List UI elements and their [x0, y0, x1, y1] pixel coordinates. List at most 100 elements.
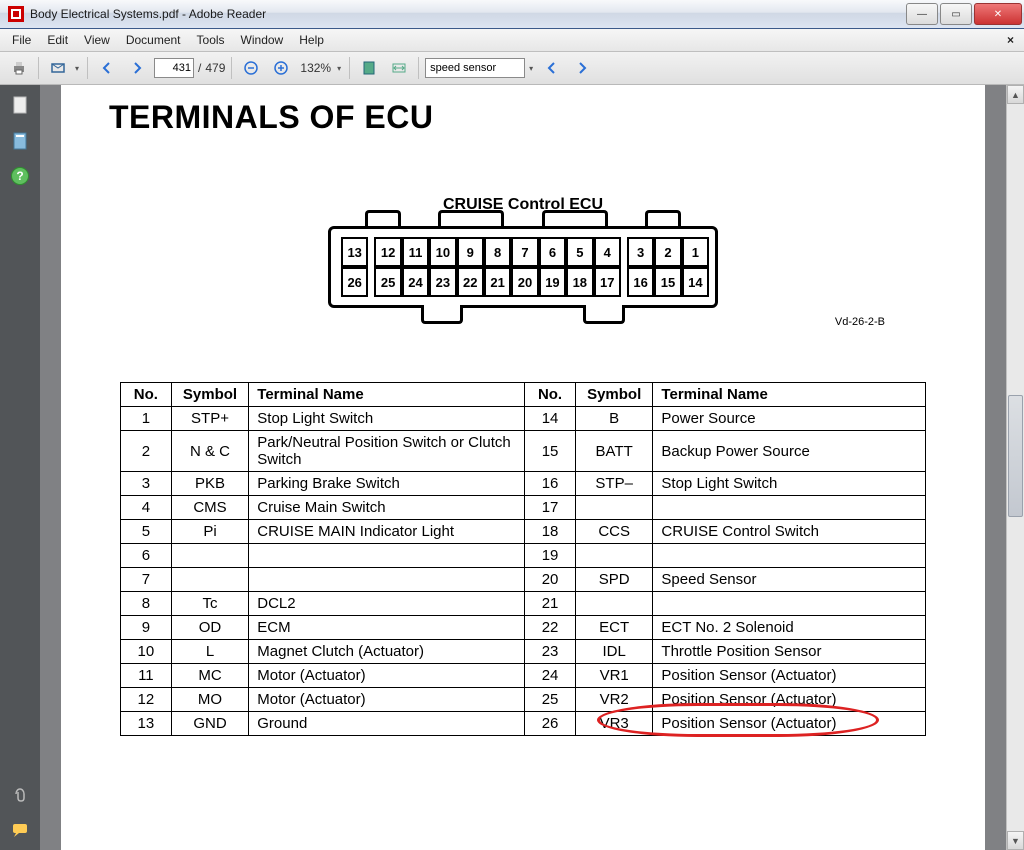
zoom-out-button[interactable] [238, 55, 264, 81]
connector-pin: 22 [457, 267, 484, 297]
table-cell: 3 [121, 472, 172, 496]
table-row: 8TcDCL221 [121, 592, 926, 616]
zoom-dropdown-icon[interactable]: ▾ [337, 64, 343, 73]
window-titlebar: Body Electrical Systems.pdf - Adobe Read… [0, 0, 1024, 29]
minimize-button[interactable]: — [906, 3, 938, 25]
connector-pin: 4 [594, 237, 621, 267]
connector-pin: 16 [627, 267, 654, 297]
connector-pin: 6 [539, 237, 566, 267]
separator [231, 57, 232, 79]
connector-diagram: 13121110987654321 2625242322212019181716… [328, 226, 718, 308]
menu-document[interactable]: Document [118, 31, 189, 49]
table-cell: 14 [525, 407, 576, 431]
table-cell: Position Sensor (Actuator) [653, 664, 926, 688]
table-cell: IDL [575, 640, 653, 664]
table-cell: 11 [121, 664, 172, 688]
table-cell: BATT [575, 431, 653, 472]
menu-window[interactable]: Window [233, 31, 292, 49]
table-cell [653, 544, 926, 568]
table-cell [575, 496, 653, 520]
help-icon[interactable]: ? [11, 167, 29, 185]
table-row: 3PKBParking Brake Switch16STP–Stop Light… [121, 472, 926, 496]
table-cell [575, 592, 653, 616]
print-button[interactable] [6, 55, 32, 81]
scroll-down-button[interactable]: ▼ [1007, 831, 1024, 850]
th-symbol: Symbol [171, 383, 249, 407]
prev-page-button[interactable] [94, 55, 120, 81]
page-number-input[interactable] [154, 58, 194, 78]
connector-pin: 18 [566, 267, 593, 297]
table-cell: 4 [121, 496, 172, 520]
find-next-button[interactable] [569, 55, 595, 81]
document-viewport[interactable]: TERMINALS OF ECU CRUISE Control ECU 1312… [40, 85, 1006, 850]
menu-file[interactable]: File [4, 31, 39, 49]
menu-view[interactable]: View [76, 31, 118, 49]
maximize-button[interactable]: ▭ [940, 3, 972, 25]
email-dropdown-icon[interactable]: ▾ [75, 64, 81, 73]
scroll-thumb[interactable] [1008, 395, 1023, 517]
zoom-in-button[interactable] [268, 55, 294, 81]
table-cell: 17 [525, 496, 576, 520]
table-cell: 18 [525, 520, 576, 544]
table-cell: 21 [525, 592, 576, 616]
table-cell: Pi [171, 520, 249, 544]
connector-pin: 11 [402, 237, 429, 267]
table-row: 619 [121, 544, 926, 568]
table-cell: 22 [525, 616, 576, 640]
ecu-figure: CRUISE Control ECU 13121110987654321 262… [61, 196, 985, 328]
find-input[interactable] [425, 58, 525, 78]
separator [418, 57, 419, 79]
table-cell: Backup Power Source [653, 431, 926, 472]
next-page-button[interactable] [124, 55, 150, 81]
table-cell: Stop Light Switch [249, 407, 525, 431]
connector-pin: 13 [341, 237, 368, 267]
pages-panel-icon[interactable] [10, 95, 30, 115]
menu-close-doc[interactable]: × [1001, 33, 1020, 47]
th-no: No. [121, 383, 172, 407]
connector-pin: 7 [511, 237, 538, 267]
menu-edit[interactable]: Edit [39, 31, 76, 49]
find-dropdown-icon[interactable]: ▾ [529, 64, 535, 73]
table-row: 12MOMotor (Actuator)25VR2Position Sensor… [121, 688, 926, 712]
email-button[interactable] [45, 55, 71, 81]
table-cell: Stop Light Switch [653, 472, 926, 496]
table-cell: 23 [525, 640, 576, 664]
table-cell: GND [171, 712, 249, 736]
table-cell: Tc [171, 592, 249, 616]
table-cell: MC [171, 664, 249, 688]
table-cell: 10 [121, 640, 172, 664]
table-cell: 5 [121, 520, 172, 544]
table-cell: Position Sensor (Actuator) [653, 712, 926, 736]
fit-page-button[interactable] [356, 55, 382, 81]
table-row: 13GNDGround26VR3Position Sensor (Actuato… [121, 712, 926, 736]
table-cell [249, 568, 525, 592]
table-cell: Position Sensor (Actuator) [653, 688, 926, 712]
table-cell: 24 [525, 664, 576, 688]
fit-width-button[interactable] [386, 55, 412, 81]
table-cell: CRUISE Control Switch [653, 520, 926, 544]
vertical-scrollbar[interactable]: ▲ ▼ [1006, 85, 1024, 850]
comments-panel-icon[interactable] [10, 820, 30, 840]
table-cell: OD [171, 616, 249, 640]
table-cell: VR1 [575, 664, 653, 688]
connector-pin: 1 [682, 237, 709, 267]
table-cell [171, 568, 249, 592]
close-button[interactable]: ✕ [974, 3, 1022, 25]
table-cell: CMS [171, 496, 249, 520]
scroll-up-button[interactable]: ▲ [1007, 85, 1024, 104]
table-cell: VR3 [575, 712, 653, 736]
menu-help[interactable]: Help [291, 31, 332, 49]
table-cell: 9 [121, 616, 172, 640]
scroll-track[interactable] [1007, 104, 1024, 831]
menu-tools[interactable]: Tools [189, 31, 233, 49]
connector-pin: 17 [594, 267, 621, 297]
page-heading: TERMINALS OF ECU [61, 85, 985, 136]
table-cell: 8 [121, 592, 172, 616]
table-cell: 25 [525, 688, 576, 712]
pdf-page: TERMINALS OF ECU CRUISE Control ECU 1312… [61, 85, 985, 850]
attachments-panel-icon[interactable] [10, 784, 30, 804]
table-cell: ECT No. 2 Solenoid [653, 616, 926, 640]
menu-bar: File Edit View Document Tools Window Hel… [0, 29, 1024, 52]
bookmarks-panel-icon[interactable] [10, 131, 30, 151]
find-prev-button[interactable] [539, 55, 565, 81]
